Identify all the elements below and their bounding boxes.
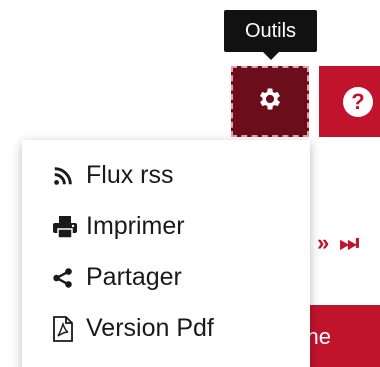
menu-item-print[interactable]: Imprimer	[22, 201, 310, 252]
tools-dropdown-menu: Flux rss Imprimer Partager Version Pdf	[22, 140, 310, 367]
menu-item-label: Flux rss	[86, 161, 174, 189]
rss-icon	[52, 165, 80, 187]
tooltip-text: Outils	[244, 19, 297, 42]
menu-item-label: Version Pdf	[86, 314, 214, 342]
tools-tooltip: Outils	[224, 10, 317, 52]
page: Outils ? » ⏭ erche Flux rss	[0, 0, 380, 367]
pdf-file-icon	[52, 315, 80, 342]
question-circle-icon: ?	[343, 86, 373, 117]
menu-item-label: Partager	[86, 263, 182, 291]
menu-item-rss[interactable]: Flux rss	[22, 150, 310, 201]
tools-button[interactable]	[231, 66, 309, 137]
print-icon	[52, 215, 80, 239]
menu-item-share[interactable]: Partager	[22, 252, 310, 303]
tooltip-arrow	[263, 52, 279, 60]
pager-glyphs: » ⏭	[317, 230, 362, 255]
menu-item-pdf[interactable]: Version Pdf	[22, 303, 310, 354]
pager-next-controls[interactable]: » ⏭	[317, 230, 361, 256]
gear-icon	[256, 85, 284, 119]
share-icon	[52, 267, 80, 289]
menu-item-label: Imprimer	[86, 212, 185, 240]
help-button[interactable]: ?	[319, 66, 380, 137]
